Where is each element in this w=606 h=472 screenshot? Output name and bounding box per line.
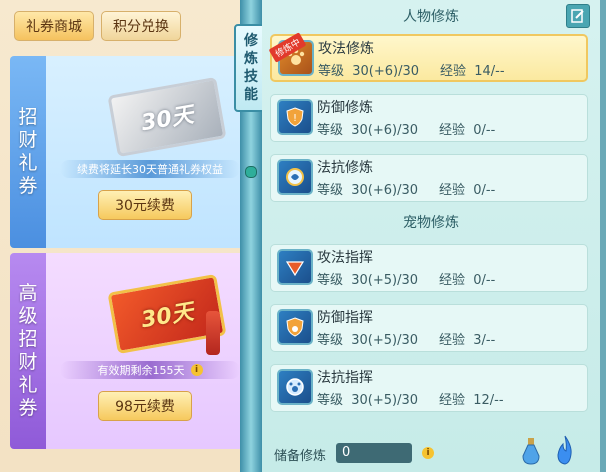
card-vertical-label: 招 财 礼 券 — [10, 56, 46, 248]
shield-icon: ! — [277, 99, 313, 135]
potion-icon[interactable] — [520, 436, 542, 466]
tassel-decoration — [206, 311, 220, 355]
label-char: 礼 — [18, 152, 38, 174]
section-title: 宠物修炼 — [403, 215, 459, 231]
fortune-coupon-card: 招 财 礼 券 30天 续费将延长30天普通礼券权益 30元续费 — [10, 56, 248, 248]
skill-item-attack-command[interactable]: 攻法指挥 等级 30(+5)/30 经验 0/-- — [270, 244, 588, 292]
reserve-cultivation-label: 储备修炼 — [274, 449, 327, 464]
label-char: 招 — [18, 106, 38, 128]
renew-30-button[interactable]: 30元续费 — [98, 190, 192, 220]
section-title: 人物修炼 — [403, 9, 459, 25]
label-char: 财 — [18, 129, 38, 151]
skill-name: 防御修炼 — [317, 100, 373, 116]
skill-level: 等级 30(+6)/30 — [318, 64, 420, 79]
skill-exp: 经验 0/-- — [439, 273, 496, 288]
tab-points-exchange[interactable]: 积分兑换 — [101, 11, 181, 41]
validity-text: 有效期剩余155天 — [97, 364, 185, 377]
skill-level: 等级 30(+6)/30 — [317, 123, 419, 138]
svg-text:!: ! — [293, 113, 297, 124]
label-char: 礼 — [18, 374, 38, 396]
skill-name: 攻法指挥 — [317, 250, 373, 266]
right-edge-strip — [600, 0, 606, 472]
premium-fortune-coupon-card: 高 级 招 财 礼 券 30天 有效期剩余155天 i 98元续费 — [10, 253, 248, 449]
info-icon[interactable]: i — [422, 447, 434, 459]
label-char: 招 — [18, 328, 38, 350]
label-char: 券 — [18, 175, 38, 197]
cultivation-panel: 人物修炼 修炼中 攻法修炼 等级 30(+6)/30 经验 14/-- ! 防御… — [262, 0, 600, 472]
label-char: 券 — [18, 397, 38, 419]
skill-name: 攻法修炼 — [318, 41, 374, 57]
orb-icon — [277, 159, 313, 195]
skill-name: 防御指挥 — [317, 310, 373, 326]
skill-exp: 经验 0/-- — [439, 183, 496, 198]
skill-exp: 经验 3/-- — [439, 333, 496, 348]
skill-exp: 经验 14/-- — [440, 64, 505, 79]
silver-ticket-image: 30天 — [107, 76, 227, 158]
flame-icon[interactable] — [554, 434, 576, 466]
paw-orb-icon — [277, 369, 313, 405]
pet-cultivation-header: 宠物修炼 — [262, 212, 600, 232]
skill-name: 法抗指挥 — [317, 370, 373, 386]
skill-level: 等级 30(+5)/30 — [317, 393, 419, 408]
card-vertical-label: 高 级 招 财 礼 券 — [10, 253, 46, 449]
gem-ornament — [245, 166, 257, 178]
title-char: 炼 — [244, 51, 258, 67]
label-char: 高 — [18, 282, 38, 304]
skill-exp: 经验 12/-- — [439, 393, 504, 408]
label-char: 财 — [18, 351, 38, 373]
skill-level: 等级 30(+5)/30 — [317, 273, 419, 288]
label-char: 级 — [18, 305, 38, 327]
title-char: 技 — [244, 69, 258, 85]
edit-icon[interactable] — [566, 4, 590, 28]
skill-exp: 经验 0/-- — [439, 123, 496, 138]
title-char: 修 — [244, 33, 258, 49]
renew-note: 续费将延长30天普通礼券权益 — [60, 160, 240, 178]
title-char: 能 — [244, 87, 258, 103]
skill-item-magic-resist-command[interactable]: 法抗指挥 等级 30(+5)/30 经验 12/-- — [270, 364, 588, 412]
info-icon[interactable]: i — [190, 364, 203, 376]
skill-item-defense-cultivation[interactable]: ! 防御修炼 等级 30(+6)/30 经验 0/-- — [270, 94, 588, 142]
reserve-cultivation-value: 0 — [336, 443, 412, 463]
validity-note: 有效期剩余155天 i — [60, 361, 240, 379]
skill-item-defense-command[interactable]: 防御指挥 等级 30(+5)/30 经验 3/-- — [270, 304, 588, 352]
renew-98-button[interactable]: 98元续费 — [98, 391, 192, 421]
skill-item-magic-resist-cultivation[interactable]: 法抗修炼 等级 30(+6)/30 经验 0/-- — [270, 154, 588, 202]
tab-coupon-shop[interactable]: 礼券商城 — [14, 11, 94, 41]
paw-shield-icon — [277, 309, 313, 345]
skill-name: 法抗修炼 — [317, 160, 373, 176]
skill-level: 等级 30(+6)/30 — [317, 183, 419, 198]
coupon-shop-panel: 礼券商城 积分兑换 招 财 礼 券 30天 续费将延长30天普通礼券权益 30元… — [0, 0, 258, 472]
skill-item-attack-cultivation[interactable]: 修炼中 攻法修炼 等级 30(+6)/30 经验 14/-- — [268, 32, 588, 82]
skill-level: 等级 30(+5)/30 — [317, 333, 419, 348]
person-cultivation-header: 人物修炼 — [262, 6, 600, 26]
claw-icon — [277, 249, 313, 285]
